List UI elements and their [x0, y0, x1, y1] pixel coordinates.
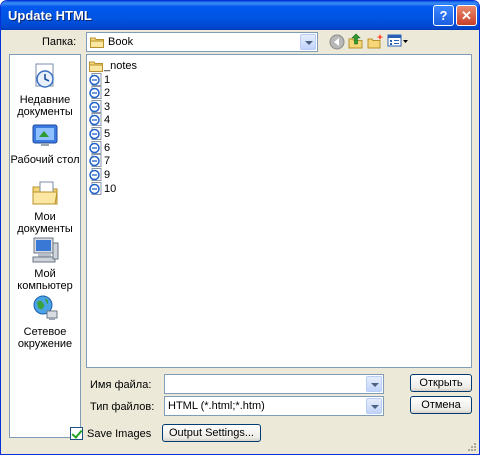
desktop-icon [32, 124, 58, 146]
file-name: 3 [104, 100, 111, 113]
place-recent-documents[interactable]: Недавние документы [10, 61, 80, 118]
file-name: 7 [104, 154, 111, 167]
filetype-select[interactable]: HTML (*.html;*.htm) [164, 396, 384, 416]
place-label-my-documents: Мои документы [17, 211, 73, 235]
html-file-icon [89, 141, 102, 154]
title-bar[interactable]: Update HTML ? ✕ [1, 1, 479, 30]
html-file-icon [89, 168, 102, 181]
folder-icon [89, 61, 103, 72]
open-button[interactable]: Открыть [410, 374, 472, 392]
recent-documents-icon [35, 63, 54, 88]
html-file-icon [89, 127, 102, 140]
list-item[interactable]: 9 [89, 168, 110, 181]
file-name: _notes [104, 59, 138, 72]
list-item[interactable]: 1 [89, 73, 110, 86]
network-places-icon [33, 295, 58, 320]
place-label-recent: Недавние документы [17, 94, 73, 118]
output-settings-button[interactable]: Output Settings... [162, 424, 261, 442]
list-item[interactable]: _notes [89, 59, 137, 72]
file-name: 6 [104, 141, 111, 154]
place-label-desktop: Рабочий стол [10, 154, 80, 166]
lookin-label: Папка: [42, 36, 77, 48]
html-file-icon [89, 182, 102, 195]
html-file-icon [89, 73, 102, 86]
place-label-network: Сетевое окружение [17, 326, 73, 350]
resize-grip-icon[interactable] [467, 442, 477, 452]
list-item[interactable]: 4 [89, 113, 110, 126]
filename-dropdown-arrow[interactable] [366, 376, 382, 392]
filetype-value: HTML (*.html;*.htm) [168, 400, 265, 412]
folder-icon [90, 37, 104, 48]
update-html-dialog: Update HTML ? ✕ Папка: Book Недавние док… [0, 0, 480, 455]
up-folder-icon[interactable] [348, 33, 364, 50]
my-documents-icon [32, 181, 58, 205]
list-item[interactable]: 10 [89, 182, 116, 195]
view-menu-icon[interactable] [387, 34, 409, 48]
lookin-combobox[interactable]: Book [86, 32, 318, 52]
place-label-my-computer: Мой компьютер [17, 268, 73, 292]
file-name: 1 [104, 73, 111, 86]
list-item[interactable]: 7 [89, 154, 110, 167]
back-icon[interactable] [329, 34, 345, 50]
filename-label: Имя файла: [90, 379, 152, 391]
save-images-label: Save Images [87, 428, 152, 440]
html-file-icon [89, 100, 102, 113]
html-file-icon [89, 154, 102, 167]
places-bar: Недавние документы Рабочий стол Мои доку… [9, 54, 81, 438]
place-my-documents[interactable]: Мои документы [10, 178, 80, 235]
place-my-computer[interactable]: Мой компьютер [10, 235, 80, 292]
help-button[interactable]: ? [433, 5, 454, 26]
filetype-label: Тип файлов: [90, 401, 155, 413]
file-name: 4 [104, 113, 111, 126]
html-file-icon [89, 86, 102, 99]
lookin-dropdown-arrow[interactable] [300, 34, 316, 50]
list-item[interactable]: 5 [89, 127, 110, 140]
window-title: Update HTML [8, 8, 92, 23]
list-item[interactable]: 6 [89, 141, 110, 154]
file-name: 9 [104, 168, 111, 181]
new-folder-icon[interactable] [367, 33, 384, 50]
cancel-button[interactable]: Отмена [410, 396, 472, 414]
html-file-icon [89, 113, 102, 126]
file-name: 10 [104, 182, 117, 195]
close-button[interactable]: ✕ [456, 5, 477, 26]
my-computer-icon [32, 237, 59, 263]
file-list[interactable]: _notes 1 2 3 4 5 6 7 9 10 [86, 54, 472, 368]
save-images-checkbox[interactable] [70, 427, 83, 440]
place-desktop[interactable]: Рабочий стол [10, 121, 80, 166]
place-network[interactable]: Сетевое окружение [10, 293, 80, 350]
file-name: 5 [104, 127, 111, 140]
list-item[interactable]: 2 [89, 86, 110, 99]
filename-input[interactable] [164, 374, 384, 394]
lookin-value: Book [108, 36, 134, 48]
file-name: 2 [104, 86, 111, 99]
list-item[interactable]: 3 [89, 100, 110, 113]
filetype-dropdown-arrow[interactable] [366, 398, 382, 414]
